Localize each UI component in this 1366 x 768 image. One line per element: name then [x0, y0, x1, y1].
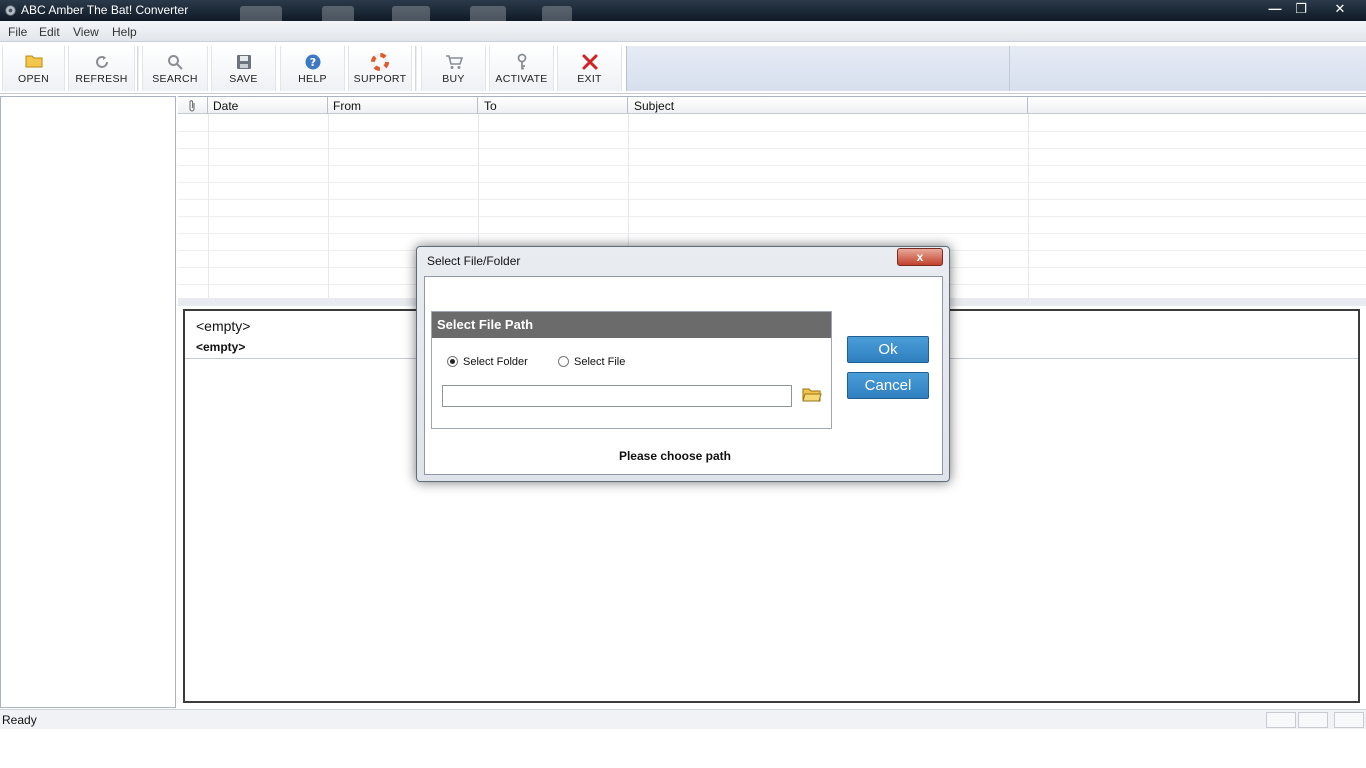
- buy-button[interactable]: BUY: [421, 46, 486, 91]
- svg-text:?: ?: [309, 56, 315, 69]
- toolbar-separator: [137, 46, 139, 91]
- paperclip-icon[interactable]: [188, 99, 196, 112]
- file-path-group: Select File Path Select Folder Select Fi…: [431, 311, 832, 429]
- status-cell: [1266, 712, 1296, 728]
- key-icon: [517, 53, 526, 70]
- column-to[interactable]: To: [484, 99, 497, 113]
- close-icon: x: [916, 250, 924, 264]
- toolbar-filler: [626, 46, 1366, 91]
- title-bar: ABC Amber The Bat! Converter — ❐ ✕: [0, 0, 1366, 21]
- taskbar-ghost: [470, 6, 506, 21]
- taskbar-ghost: [542, 6, 572, 21]
- menu-file[interactable]: File: [8, 25, 27, 39]
- activate-button[interactable]: ACTIVATE: [489, 46, 554, 91]
- refresh-icon: [95, 56, 108, 68]
- toolbar-separator: [415, 46, 417, 91]
- browse-folder-icon[interactable]: [802, 385, 822, 403]
- dialog-close-button[interactable]: x: [897, 248, 943, 266]
- search-button[interactable]: SEARCH: [142, 46, 208, 91]
- dialog-message: Please choose path: [618, 449, 732, 463]
- column-from[interactable]: From: [333, 99, 361, 113]
- column-date[interactable]: Date: [213, 99, 238, 113]
- toolbar: OPEN REFRESH SEARCH SAVE ? HELP SUPPORT …: [0, 42, 1366, 94]
- close-window-button[interactable]: ✕: [1326, 0, 1354, 18]
- cancel-button[interactable]: Cancel: [847, 372, 929, 399]
- radio-unchecked-icon: [558, 356, 569, 367]
- menu-bar: File Edit View Help: [0, 21, 1366, 42]
- menu-edit[interactable]: Edit: [39, 25, 60, 39]
- taskbar-ghost: [392, 6, 430, 21]
- menu-help[interactable]: Help: [112, 25, 137, 39]
- dialog-title: Select File/Folder: [427, 254, 521, 268]
- floppy-icon: [236, 55, 251, 69]
- search-icon: [168, 55, 183, 70]
- taskbar-ghost: [322, 6, 354, 21]
- preview-from: <empty>: [196, 340, 246, 354]
- gear-icon: [5, 5, 16, 16]
- dialog-body: Select File Path Select Folder Select Fi…: [424, 276, 943, 475]
- radio-checked-icon: [447, 356, 458, 367]
- folder-icon: [25, 55, 42, 68]
- taskbar-ghost: [240, 6, 282, 21]
- restore-button[interactable]: ❐: [1287, 0, 1315, 18]
- refresh-button[interactable]: REFRESH: [68, 46, 135, 91]
- minimize-button[interactable]: —: [1261, 0, 1289, 18]
- status-cell: [1334, 712, 1364, 728]
- help-icon: ?: [305, 54, 320, 70]
- help-button[interactable]: ? HELP: [280, 46, 345, 91]
- folder-tree[interactable]: [0, 96, 176, 708]
- select-file-radio[interactable]: Select File: [558, 356, 625, 368]
- preview-subject: <empty>: [196, 318, 251, 334]
- status-text: Ready: [2, 713, 37, 727]
- menu-view[interactable]: View: [73, 25, 99, 39]
- grid-header: Date From To Subject: [178, 97, 1366, 114]
- column-subject[interactable]: Subject: [634, 99, 674, 113]
- save-button[interactable]: SAVE: [211, 46, 276, 91]
- group-title: Select File Path: [432, 312, 831, 338]
- status-cell: [1298, 712, 1328, 728]
- support-button[interactable]: SUPPORT: [348, 46, 412, 91]
- select-path-dialog: Select File/Folder x Select File Path Se…: [416, 246, 950, 482]
- lifebuoy-icon: [371, 53, 389, 71]
- path-input[interactable]: [442, 385, 792, 407]
- status-bar: Ready: [0, 709, 1366, 729]
- exit-button[interactable]: EXIT: [557, 46, 622, 91]
- open-button[interactable]: OPEN: [2, 46, 65, 91]
- ok-button[interactable]: Ok: [847, 336, 929, 363]
- cart-icon: [445, 55, 463, 69]
- select-folder-radio[interactable]: Select Folder: [447, 356, 528, 368]
- window-title: ABC Amber The Bat! Converter: [21, 3, 189, 17]
- exit-icon: [582, 54, 597, 70]
